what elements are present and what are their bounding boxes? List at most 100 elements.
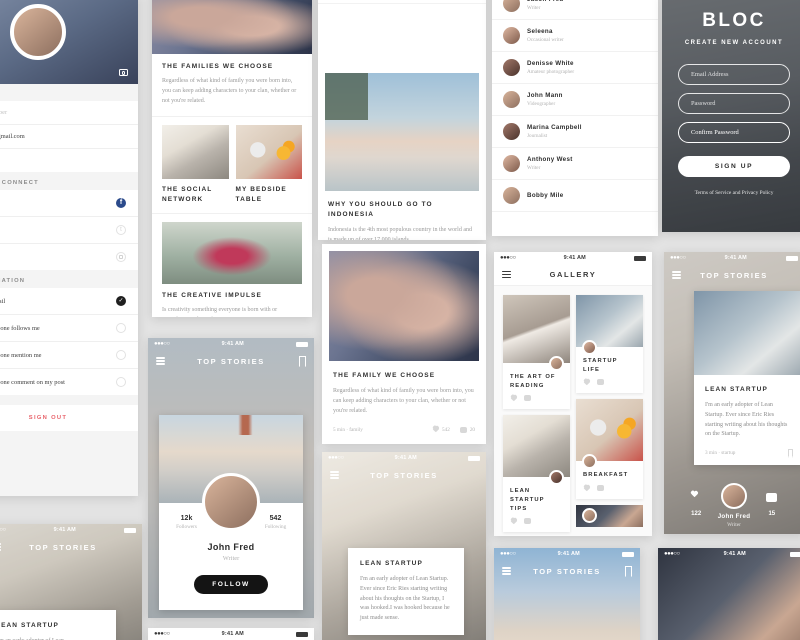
card-photo[interactable] bbox=[329, 251, 479, 361]
comment-icon[interactable] bbox=[597, 485, 604, 492]
author-block[interactable]: John Fred Writer bbox=[718, 483, 751, 528]
people-panel: Jason Fred Writer Seleena Occasional writer… bbox=[492, 0, 658, 236]
avatar bbox=[503, 0, 520, 12]
like-stat[interactable]: 542 bbox=[432, 426, 450, 433]
comment-icon[interactable] bbox=[524, 395, 531, 402]
menu-icon[interactable] bbox=[502, 270, 511, 279]
field-phone[interactable]: Phone number bbox=[0, 101, 138, 125]
list-item[interactable]: Denisse White Amateur photographer bbox=[492, 52, 658, 84]
article-card-social-network[interactable]: THE SOCIAL NETWORK bbox=[162, 125, 229, 205]
status-bar: ●●●○○ 9:41 AM bbox=[494, 252, 652, 264]
story-card[interactable]: LEAN STARTUP I'm an early adopter of Lea… bbox=[348, 548, 464, 636]
person-role: Videographer bbox=[527, 101, 556, 107]
row-follows-me[interactable]: When someone follows me bbox=[0, 315, 138, 342]
sign-up-button[interactable]: SIGN UP bbox=[678, 156, 790, 177]
follow-button[interactable]: FOLLOW bbox=[194, 575, 268, 595]
article-hero-photo[interactable] bbox=[152, 0, 312, 54]
followers-stat[interactable]: 12k Followers bbox=[171, 515, 202, 530]
post-body: Indonesia is the 4th most populous count… bbox=[328, 226, 472, 240]
person-name: John Mann bbox=[527, 92, 563, 99]
section-header: INFO bbox=[0, 84, 138, 101]
instagram-icon[interactable] bbox=[116, 252, 126, 262]
gallery-item[interactable]: THE ART OF READING bbox=[503, 295, 570, 410]
list-item[interactable]: Bobby Mile bbox=[492, 180, 658, 212]
field-website[interactable]: Website bbox=[0, 149, 138, 172]
field-email[interactable]: johnfred@gmail.com bbox=[0, 125, 138, 149]
gallery-item[interactable]: STARTUP LIFE bbox=[576, 295, 643, 394]
heart-icon[interactable] bbox=[510, 518, 517, 525]
checkbox-empty-icon[interactable] bbox=[116, 377, 126, 387]
profile-cover-photo bbox=[159, 415, 303, 532]
menu-icon[interactable] bbox=[672, 271, 681, 279]
email-field[interactable]: Email Address bbox=[678, 64, 790, 85]
story-card[interactable]: LEAN STARTUP I'm an early adopter of Lea… bbox=[0, 610, 116, 640]
comment-icon[interactable] bbox=[597, 379, 604, 386]
nav-bar: TOP STORIES bbox=[494, 560, 640, 582]
feed-author-top[interactable]: Jason Fred Writer 1 day ago bbox=[318, 0, 486, 4]
article-card-families[interactable]: THE FAMILIES WE CHOOSE Regardless of wha… bbox=[152, 54, 312, 118]
avatar[interactable] bbox=[202, 473, 260, 532]
menu-icon[interactable] bbox=[156, 357, 165, 365]
avatar[interactable] bbox=[10, 4, 66, 60]
checkbox-empty-icon[interactable] bbox=[116, 350, 126, 360]
battery-icon bbox=[789, 551, 800, 557]
heart-icon[interactable] bbox=[583, 379, 590, 386]
comment-count: 20 bbox=[469, 426, 475, 433]
terms-link[interactable]: Terms of Service and Privacy Policy bbox=[678, 190, 790, 196]
bookmark-icon[interactable] bbox=[625, 566, 632, 576]
battery-icon bbox=[785, 255, 798, 261]
row-mention-me[interactable]: When someone mention me bbox=[0, 342, 138, 369]
menu-icon[interactable] bbox=[502, 567, 511, 575]
row-facebook[interactable]: Facebook f bbox=[0, 190, 138, 217]
comment-stat[interactable]: 15 bbox=[766, 489, 778, 517]
comment-icon[interactable] bbox=[524, 518, 531, 525]
like-stat[interactable]: 122 bbox=[691, 489, 702, 517]
gallery-item[interactable]: LEAN STARTUP TIPS bbox=[503, 415, 570, 533]
list-item[interactable]: Marina Campbell Journalist bbox=[492, 116, 658, 148]
story-meta: 3 min · startup bbox=[705, 449, 736, 456]
row-send-to-email[interactable]: Send to email ✓ bbox=[0, 288, 138, 315]
check-icon[interactable]: ✓ bbox=[116, 296, 126, 306]
article-title: THE FAMILIES WE CHOOSE bbox=[162, 63, 274, 70]
comment-stat[interactable]: 20 bbox=[459, 426, 475, 433]
gallery-photo bbox=[576, 399, 643, 470]
bookmark-icon[interactable] bbox=[788, 449, 793, 457]
password-field[interactable]: Password bbox=[678, 93, 790, 114]
following-stat[interactable]: 542 Following bbox=[260, 515, 291, 530]
camera-icon[interactable] bbox=[119, 69, 128, 76]
row-comment-post[interactable]: When someone comment on my post bbox=[0, 369, 138, 395]
person-name: Jason Fred bbox=[527, 0, 564, 3]
facebook-icon[interactable]: f bbox=[116, 198, 126, 208]
person-role: Journalist bbox=[527, 133, 548, 139]
list-item[interactable]: John Mann Videographer bbox=[492, 84, 658, 116]
list-item[interactable]: Jason Fred Writer bbox=[492, 0, 658, 20]
status-bar: ●●●○○ 9:41 AM bbox=[664, 252, 800, 264]
post-photo[interactable] bbox=[325, 73, 479, 192]
sign-out-button[interactable]: SIGN OUT bbox=[0, 405, 138, 431]
nav-title: TOP STORIES bbox=[370, 470, 438, 480]
gallery-photo-partial[interactable] bbox=[576, 505, 643, 527]
gallery-item[interactable]: BREAKFAST bbox=[576, 399, 643, 500]
menu-icon[interactable] bbox=[0, 543, 1, 551]
heart-icon[interactable] bbox=[510, 395, 517, 402]
people-list: Jason Fred Writer Seleena Occasional writer… bbox=[492, 0, 658, 212]
menu-icon[interactable] bbox=[330, 471, 339, 479]
list-item[interactable]: Seleena Occasional writer bbox=[492, 20, 658, 52]
bookmark-icon[interactable] bbox=[299, 356, 306, 366]
signal-icon: ●●●○○ bbox=[154, 631, 170, 637]
twitter-icon[interactable]: t bbox=[116, 225, 126, 235]
list-item[interactable]: Anthony West Writer bbox=[492, 148, 658, 180]
article-card-creative-impulse[interactable]: THE CREATIVE IMPULSE Is creativity somet… bbox=[152, 214, 312, 317]
article-card-bedside-table[interactable]: MY BEDSIDE TABLE bbox=[235, 125, 302, 205]
checkbox-empty-icon[interactable] bbox=[116, 323, 126, 333]
heart-icon[interactable] bbox=[583, 485, 590, 492]
nav-title: GALLERY bbox=[549, 270, 597, 279]
confirm-password-field[interactable]: Confirm Password bbox=[678, 122, 790, 143]
row-instagram[interactable]: Instagram bbox=[0, 244, 138, 270]
row-label: When someone mention me bbox=[0, 351, 42, 359]
profile-panel: ●●●○○ 9:41 AM TOP STORIES 12k Followers bbox=[148, 338, 314, 618]
settings-section-info: INFO Phone number johnfred@gmail.com Web… bbox=[0, 84, 138, 172]
row-twitter[interactable]: Twitter t bbox=[0, 217, 138, 244]
story-card[interactable]: LEAN STARTUP I'm an early adopter of Lea… bbox=[694, 291, 800, 466]
battery-icon bbox=[123, 527, 136, 533]
